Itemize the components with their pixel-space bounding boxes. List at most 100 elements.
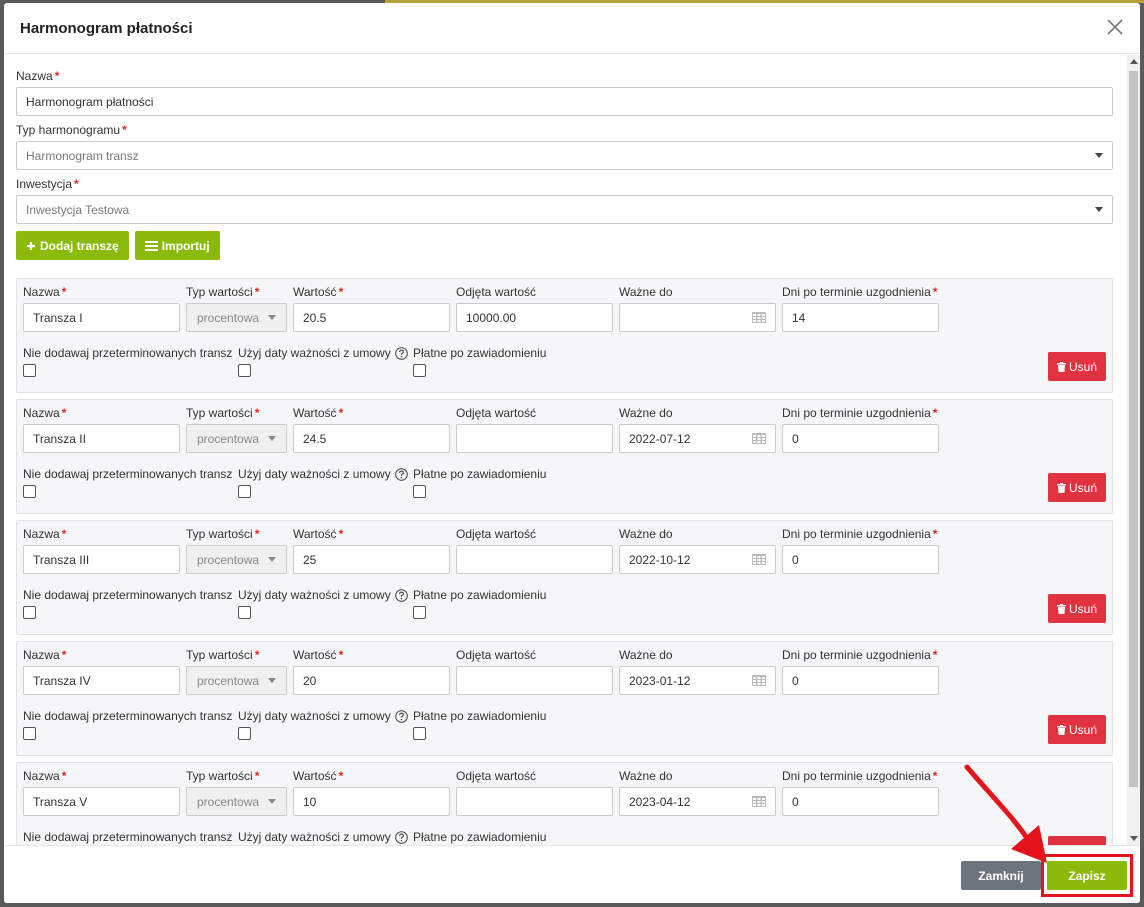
tranche-deducted-col: Odjęta wartość <box>456 527 613 574</box>
calendar-icon[interactable] <box>752 675 766 686</box>
tranche-deducted-col: Odjęta wartość 10000.00 <box>456 285 613 332</box>
tranche-days-input[interactable]: 0 <box>782 666 939 695</box>
no-overdue-checkbox[interactable] <box>23 727 36 740</box>
tranche-value-type-select[interactable]: procentowa <box>186 787 287 816</box>
tranche-days-input[interactable]: 14 <box>782 303 939 332</box>
tranche-name-col: Nazwa * Transza III <box>23 527 180 574</box>
notify-checkbox[interactable] <box>413 606 426 619</box>
tranche-valid-to-input[interactable] <box>619 303 776 332</box>
use-contract-date-label: Użyj daty ważności z umowy <box>238 467 391 481</box>
tranche-value-type-value: procentowa <box>197 552 260 567</box>
help-icon[interactable] <box>394 588 408 602</box>
use-contract-date-checkbox[interactable] <box>238 727 251 740</box>
tranche-name-input[interactable]: Transza IV <box>23 666 180 695</box>
chevron-down-icon <box>1095 207 1103 212</box>
tranche-value-input[interactable]: 20.5 <box>293 303 450 332</box>
tranche-valid-to-input[interactable]: 2022-07-12 <box>619 424 776 453</box>
investment-select[interactable]: Inwestycja Testowa <box>16 195 1113 224</box>
tranche-days-input[interactable]: 0 <box>782 787 939 816</box>
use-contract-date-checkbox[interactable] <box>238 364 251 377</box>
save-button[interactable]: Zapisz <box>1047 861 1127 890</box>
name-input[interactable]: Harmonogram płatności <box>16 87 1113 116</box>
tranche-card: Nazwa * Transza III Typ wartości * procent… <box>16 520 1113 635</box>
tranche-name-col: Nazwa * Transza II <box>23 406 180 453</box>
tranche-deducted-input[interactable] <box>456 666 613 695</box>
tranche-valid-to-input[interactable]: 2023-04-12 <box>619 787 776 816</box>
plus-icon <box>27 241 35 250</box>
close-icon[interactable] <box>1104 16 1126 38</box>
notify-label: Płatne po zawiadomieniu <box>413 346 547 360</box>
tranche-value-input[interactable]: 10 <box>293 787 450 816</box>
help-icon[interactable] <box>394 467 408 481</box>
notify-group: Płatne po zawiadomieniu <box>413 344 613 377</box>
tranche-valid-to-col: Ważne do <box>619 285 776 332</box>
tranche-days-input[interactable]: 0 <box>782 424 939 453</box>
tranche-value-type-select[interactable]: procentowa <box>186 545 287 574</box>
notify-group: Płatne po zawiadomieniu <box>413 465 613 498</box>
delete-tranche-button[interactable]: Usuń <box>1047 594 1106 623</box>
no-overdue-checkbox[interactable] <box>23 364 36 377</box>
tranche-value-input[interactable]: 25 <box>293 545 450 574</box>
no-overdue-label: Nie dodawaj przeterminowanych transz <box>23 588 233 602</box>
tranche-card: Nazwa * Transza I Typ wartości * procentow… <box>16 278 1113 393</box>
no-overdue-checkbox[interactable] <box>23 485 36 498</box>
use-contract-date-checkbox[interactable] <box>238 606 251 619</box>
delete-tranche-button[interactable]: Usuń <box>1047 473 1106 502</box>
tranche-name-input[interactable]: Transza III <box>23 545 180 574</box>
modal-title: Harmonogram płatności <box>20 19 193 37</box>
trash-icon <box>1056 361 1066 372</box>
calendar-icon[interactable] <box>752 554 766 565</box>
calendar-icon[interactable] <box>752 312 766 323</box>
tranche-deducted-input[interactable]: 10000.00 <box>456 303 613 332</box>
delete-tranche-button[interactable]: Usuń <box>1047 352 1106 381</box>
no-overdue-checkbox[interactable] <box>23 606 36 619</box>
schedule-type-value: Harmonogram transz <box>26 148 139 163</box>
tranche-name-input[interactable]: Transza II <box>23 424 180 453</box>
tranche-days-col: Dni po terminie uzgodnienia * 0 <box>782 769 939 816</box>
tranche-valid-to-value: 2022-07-12 <box>629 431 691 446</box>
notify-group: Płatne po zawiadomieniu <box>413 828 613 845</box>
add-tranche-button[interactable]: Dodaj transzę <box>16 231 129 260</box>
tranche-deducted-input[interactable] <box>456 545 613 574</box>
tranche-deducted-input[interactable] <box>456 424 613 453</box>
scroll-up-icon[interactable] <box>1130 59 1138 64</box>
delete-tranche-button[interactable]: Usuń <box>1047 715 1106 744</box>
tranche-value-type-select[interactable]: procentowa <box>186 666 287 695</box>
tranche-value-type-col: Typ wartości * procentowa <box>186 648 287 695</box>
delete-label: Usuń <box>1068 480 1097 495</box>
chevron-down-icon <box>268 557 276 562</box>
tranche-value-type-select[interactable]: procentowa <box>186 424 287 453</box>
tranche-name-input[interactable]: Transza I <box>23 303 180 332</box>
tranche-days-input[interactable]: 0 <box>782 545 939 574</box>
scroll-thumb[interactable] <box>1129 71 1138 787</box>
tranche-value-type-select[interactable]: procentowa <box>186 303 287 332</box>
calendar-icon[interactable] <box>752 433 766 444</box>
tranche-deducted-input[interactable] <box>456 787 613 816</box>
tranche-value-input[interactable]: 20 <box>293 666 450 695</box>
tranche-name-input[interactable]: Transza V <box>23 787 180 816</box>
calendar-icon[interactable] <box>752 796 766 807</box>
help-icon[interactable] <box>394 346 408 360</box>
tranche-days-col: Dni po terminie uzgodnienia * 0 <box>782 527 939 574</box>
scrollbar[interactable] <box>1127 55 1140 845</box>
no-overdue-label: Nie dodawaj przeterminowanych transz <box>23 830 233 844</box>
tranche-deducted-label: Odjęta wartość <box>456 406 537 420</box>
help-icon[interactable] <box>394 830 408 844</box>
tranche-name-label: Nazwa * <box>23 769 67 783</box>
help-icon[interactable] <box>394 709 408 723</box>
notify-checkbox[interactable] <box>413 485 426 498</box>
schedule-type-select[interactable]: Harmonogram transz <box>16 141 1113 170</box>
notify-checkbox[interactable] <box>413 364 426 377</box>
tranche-value-input[interactable]: 24.5 <box>293 424 450 453</box>
use-contract-date-label-wrap: Użyj daty ważności z umowy <box>238 465 413 483</box>
use-contract-date-checkbox[interactable] <box>238 485 251 498</box>
delete-tranche-button[interactable]: Usuń <box>1047 836 1106 845</box>
import-button[interactable]: Importuj <box>134 231 220 260</box>
scroll-down-icon[interactable] <box>1130 836 1138 841</box>
close-button[interactable]: Zamknij <box>961 861 1041 890</box>
tranche-value-type-label: Typ wartości * <box>186 648 260 662</box>
tranche-valid-to-input[interactable]: 2022-10-12 <box>619 545 776 574</box>
tranche-value-col: Wartość * 25 <box>293 527 450 574</box>
notify-checkbox[interactable] <box>413 727 426 740</box>
tranche-valid-to-input[interactable]: 2023-01-12 <box>619 666 776 695</box>
